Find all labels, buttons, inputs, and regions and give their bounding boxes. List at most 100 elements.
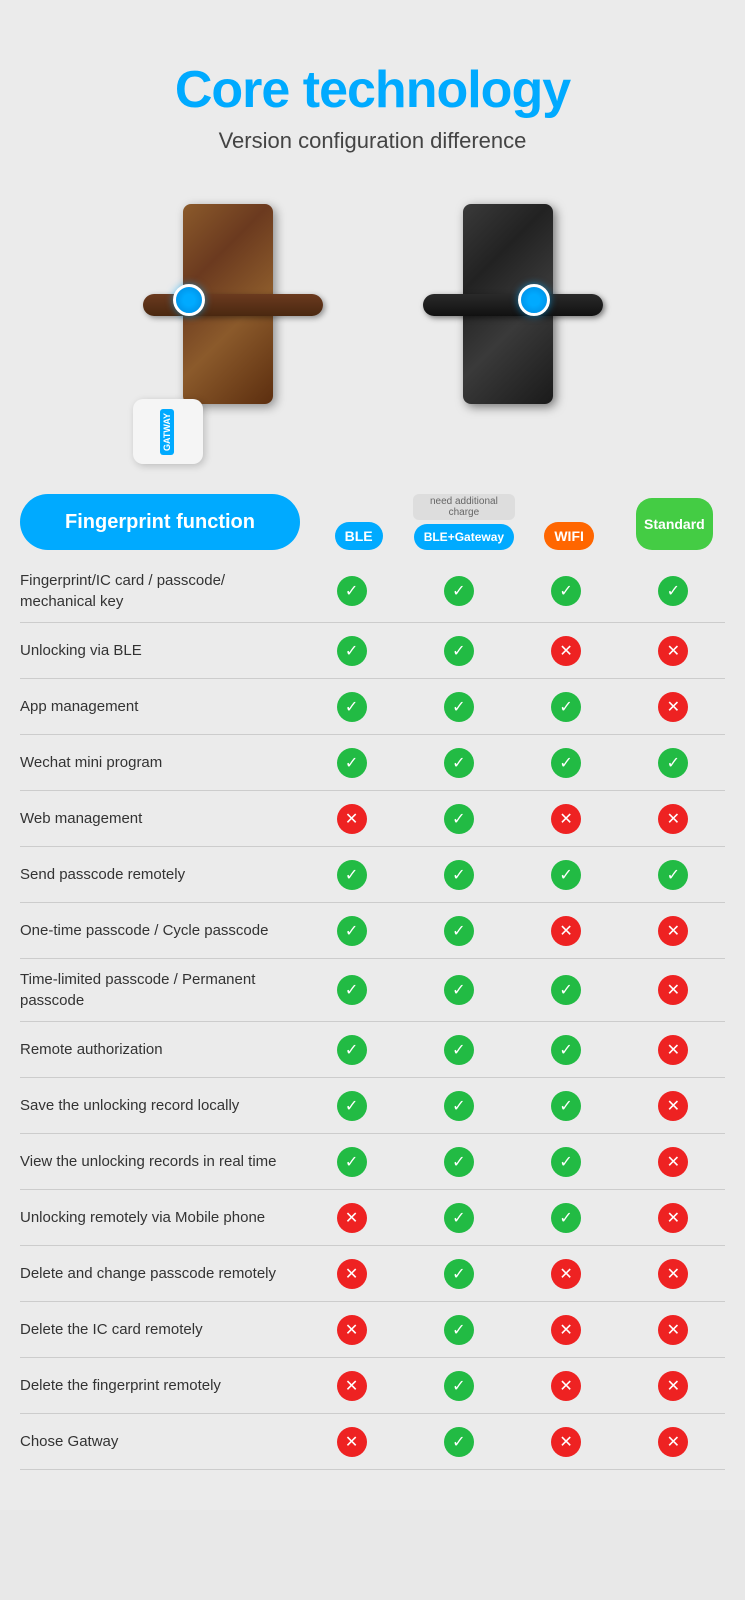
row-col-standard	[622, 692, 725, 722]
row-col-standard	[622, 748, 725, 778]
row-col-standard	[622, 1091, 725, 1121]
row-col-wifi	[515, 916, 618, 946]
table-row: Unlocking via BLE	[20, 623, 725, 679]
row-col-standard	[622, 576, 725, 606]
row-columns	[300, 1371, 725, 1401]
row-feature-label: App management	[20, 696, 300, 717]
check-yes-icon	[444, 860, 474, 890]
row-col-wifi	[515, 692, 618, 722]
lock-image-right	[403, 204, 623, 464]
check-yes-icon	[337, 1035, 367, 1065]
row-col-wifi	[515, 1259, 618, 1289]
check-no-icon	[337, 1259, 367, 1289]
row-col-ble_gateway	[407, 1315, 510, 1345]
row-col-ble_gateway	[407, 636, 510, 666]
check-yes-icon	[337, 748, 367, 778]
row-feature-label: Remote authorization	[20, 1039, 300, 1060]
row-col-standard	[622, 1203, 725, 1233]
check-no-icon	[551, 1315, 581, 1345]
row-col-ble_gateway	[407, 1203, 510, 1233]
table-row: View the unlocking records in real time	[20, 1134, 725, 1190]
row-col-wifi	[515, 860, 618, 890]
row-feature-label: Fingerprint/IC card / passcode/ mechanic…	[20, 570, 300, 612]
row-col-standard	[622, 1371, 725, 1401]
row-col-ble	[300, 1371, 403, 1401]
table-row: Fingerprint/IC card / passcode/ mechanic…	[20, 560, 725, 623]
table-row: Time-limited passcode / Permanent passco…	[20, 959, 725, 1022]
check-yes-icon	[337, 916, 367, 946]
col-header-wifi: WIFI	[519, 522, 620, 551]
table-row: Save the unlocking record locally	[20, 1078, 725, 1134]
check-yes-icon	[551, 975, 581, 1005]
table-row: Delete the IC card remotely	[20, 1302, 725, 1358]
row-col-ble_gateway	[407, 692, 510, 722]
row-col-wifi	[515, 1035, 618, 1065]
check-no-icon	[658, 1147, 688, 1177]
row-col-ble	[300, 748, 403, 778]
row-columns	[300, 804, 725, 834]
row-col-ble_gateway	[407, 748, 510, 778]
check-no-icon	[658, 636, 688, 666]
subtitle: Version configuration difference	[30, 128, 715, 154]
table-row: Web management	[20, 791, 725, 847]
check-yes-icon	[658, 576, 688, 606]
row-feature-label: Delete and change passcode remotely	[20, 1263, 300, 1284]
row-col-standard	[622, 804, 725, 834]
check-yes-icon	[551, 748, 581, 778]
row-feature-label: Unlocking remotely via Mobile phone	[20, 1207, 300, 1228]
gateway-box: GATWAY	[133, 399, 203, 464]
check-yes-icon	[444, 916, 474, 946]
row-col-ble	[300, 916, 403, 946]
standard-tag: Standard	[636, 498, 713, 551]
check-no-icon	[551, 804, 581, 834]
row-col-ble_gateway	[407, 804, 510, 834]
col-header-standard: Standard	[624, 498, 725, 551]
row-col-wifi	[515, 748, 618, 778]
check-no-icon	[337, 1315, 367, 1345]
row-col-ble	[300, 975, 403, 1005]
row-columns	[300, 692, 725, 722]
check-no-icon	[658, 1259, 688, 1289]
row-col-ble	[300, 1427, 403, 1457]
check-no-icon	[551, 1371, 581, 1401]
row-feature-label: Web management	[20, 808, 300, 829]
check-yes-icon	[444, 748, 474, 778]
check-no-icon	[658, 692, 688, 722]
check-no-icon	[337, 1427, 367, 1457]
lock-handle-left	[143, 294, 323, 316]
row-col-ble	[300, 804, 403, 834]
row-col-standard	[622, 860, 725, 890]
check-no-icon	[658, 916, 688, 946]
check-yes-icon	[444, 1315, 474, 1345]
table-row: Chose Gatway	[20, 1414, 725, 1470]
check-yes-icon	[551, 576, 581, 606]
check-yes-icon	[337, 1091, 367, 1121]
check-yes-icon	[551, 1147, 581, 1177]
check-yes-icon	[658, 860, 688, 890]
check-yes-icon	[551, 1203, 581, 1233]
row-columns	[300, 1147, 725, 1177]
row-columns	[300, 860, 725, 890]
check-yes-icon	[444, 1427, 474, 1457]
row-feature-label: Time-limited passcode / Permanent passco…	[20, 969, 300, 1011]
row-col-wifi	[515, 636, 618, 666]
row-col-ble_gateway	[407, 1259, 510, 1289]
row-col-ble_gateway	[407, 1427, 510, 1457]
row-col-ble	[300, 1259, 403, 1289]
row-col-ble_gateway	[407, 1147, 510, 1177]
lock-image-left: GATWAY	[123, 204, 343, 464]
row-col-ble	[300, 692, 403, 722]
check-no-icon	[658, 1315, 688, 1345]
check-no-icon	[658, 1427, 688, 1457]
gateway-label: GATWAY	[160, 408, 174, 454]
row-col-wifi	[515, 1203, 618, 1233]
table-rows: Fingerprint/IC card / passcode/ mechanic…	[20, 560, 725, 1470]
row-columns	[300, 1315, 725, 1345]
check-yes-icon	[551, 1035, 581, 1065]
check-no-icon	[658, 1203, 688, 1233]
check-yes-icon	[444, 1203, 474, 1233]
row-columns	[300, 1259, 725, 1289]
row-columns	[300, 636, 725, 666]
additional-charge-label: need additional charge	[413, 494, 514, 520]
row-col-ble	[300, 1203, 403, 1233]
